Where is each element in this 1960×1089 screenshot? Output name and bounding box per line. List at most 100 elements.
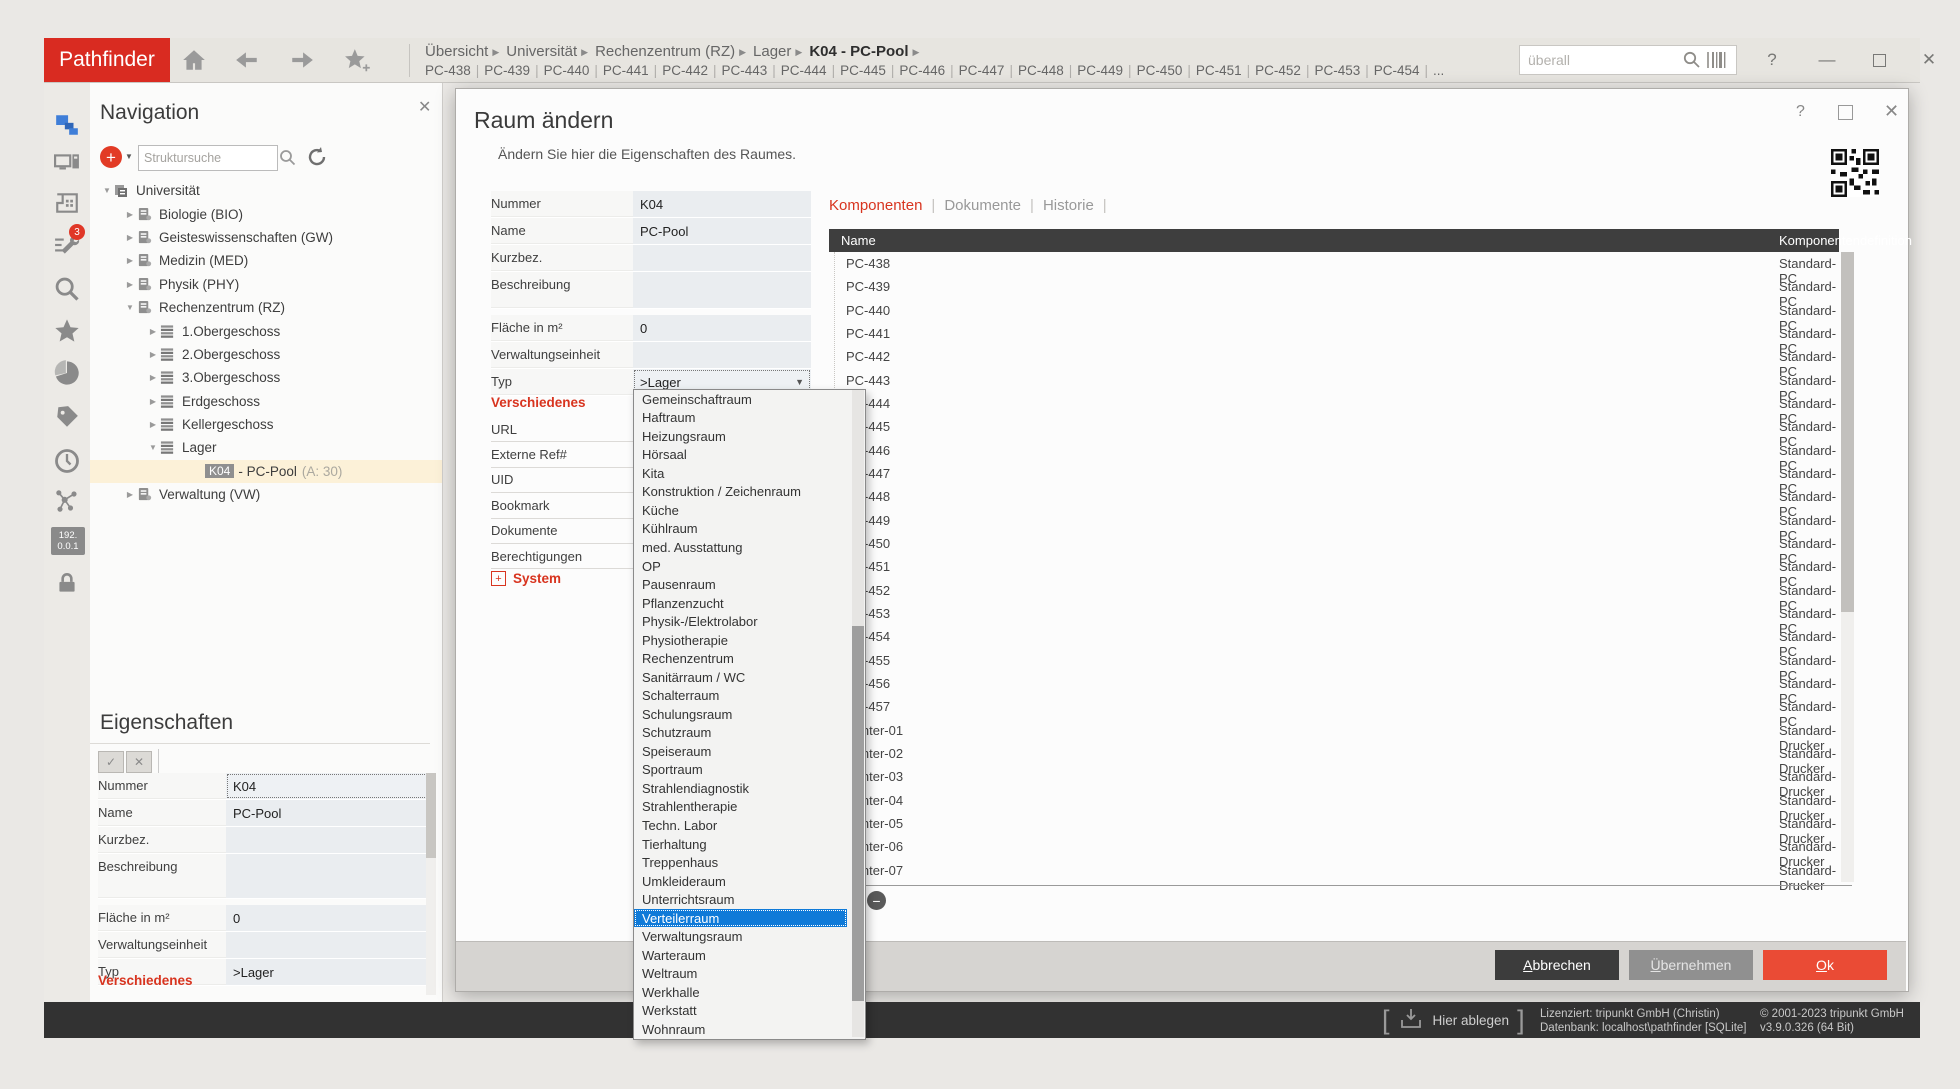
add-favorite-icon[interactable] [342, 47, 372, 73]
room-tab[interactable]: PC-450 [1137, 63, 1183, 78]
dropdown-option-selected[interactable]: Verteilerraum [634, 909, 847, 928]
table-row[interactable]: PC-452Standard-PC [829, 579, 1839, 602]
field-value[interactable]: 0 [633, 315, 811, 341]
dropdown-option[interactable]: Speiseraum [634, 742, 865, 761]
dropdown-option[interactable]: Sanitärraum / WC [634, 668, 865, 687]
dropdown-option[interactable]: med. Ausstattung [634, 538, 865, 557]
dialog-help-icon[interactable]: ? [1796, 103, 1805, 121]
table-row[interactable]: Printer-04Standard-Drucker [829, 789, 1839, 812]
table-row[interactable]: Printer-02Standard-Drucker [829, 742, 1839, 765]
favorites-icon[interactable] [53, 317, 81, 345]
expand-icon[interactable]: ▶ [123, 233, 137, 242]
field-value[interactable]: PC-Pool [226, 800, 428, 826]
breadcrumb-item[interactable]: Lager [753, 43, 791, 60]
barcode-icon[interactable] [1706, 50, 1730, 75]
dropdown-option[interactable]: Physik-/Elektrolabor [634, 612, 865, 631]
dropdown-option[interactable]: Konstruktion / Zeichenraum [634, 483, 865, 502]
table-row[interactable]: PC-440Standard-PC [829, 299, 1839, 322]
dropdown-option[interactable]: Schutzraum [634, 724, 865, 743]
field-value[interactable] [226, 854, 428, 898]
tree-item[interactable]: ▶Geisteswissenschaften (GW) [90, 226, 442, 249]
dropdown-option[interactable]: Kita [634, 464, 865, 483]
breadcrumb-item[interactable]: Universität [506, 43, 577, 60]
home-icon[interactable] [181, 47, 211, 73]
dropdown-option[interactable]: Umkleideraum [634, 872, 865, 891]
breadcrumb-item[interactable]: K04 - PC-Pool [809, 43, 908, 60]
discard-icon[interactable]: ✕ [126, 751, 152, 773]
back-icon[interactable] [234, 47, 264, 73]
dropdown-option[interactable]: Unterrichtsraum [634, 890, 865, 909]
field-value[interactable] [633, 272, 811, 308]
dropdown-option[interactable]: Warteraum [634, 946, 865, 965]
field-value[interactable]: K04 [226, 773, 428, 799]
field-value[interactable] [633, 245, 811, 271]
dropdown-option[interactable]: Haftraum [634, 409, 865, 428]
field-value[interactable]: 0 [226, 905, 428, 931]
chevron-down-icon[interactable]: ▼ [795, 377, 804, 387]
app-logo[interactable]: Pathfinder [44, 38, 170, 82]
tree-item[interactable]: ▼Rechenzentrum (RZ) [90, 296, 442, 319]
table-row[interactable]: PC-447Standard-PC [829, 462, 1839, 485]
dropdown-option[interactable]: Schalterraum [634, 687, 865, 706]
table-row[interactable]: PC-444Standard-PC [829, 392, 1839, 415]
expand-icon[interactable]: ▶ [146, 350, 160, 359]
expand-icon[interactable]: ▶ [146, 397, 160, 406]
room-tab[interactable]: PC-439 [484, 63, 530, 78]
room-tab[interactable]: PC-448 [1018, 63, 1064, 78]
remove-component-button[interactable]: − [867, 891, 886, 910]
tag-icon[interactable] [53, 403, 81, 431]
field-value[interactable] [226, 827, 428, 853]
field-value[interactable] [633, 342, 811, 368]
tree-item[interactable]: ▶Biologie (BIO) [90, 202, 442, 225]
clock-icon[interactable] [53, 447, 81, 475]
table-row[interactable]: Printer-07Standard-Drucker [829, 859, 1839, 882]
add-node-button[interactable]: + [100, 146, 122, 168]
room-tab[interactable]: PC-438 [425, 63, 471, 78]
refresh-icon[interactable] [306, 146, 328, 173]
abbrechen-button[interactable]: Abbrechen [1495, 950, 1619, 980]
tree-item[interactable]: ▶2.Obergeschoss [90, 343, 442, 366]
tab-historie[interactable]: Historie [1043, 197, 1094, 214]
pie-chart-icon[interactable] [53, 359, 81, 387]
table-row[interactable]: PC-450Standard-PC [829, 532, 1839, 555]
dropdown-option[interactable]: Pausenraum [634, 575, 865, 594]
expand-icon[interactable]: ▶ [123, 210, 137, 219]
network-icon[interactable] [53, 487, 81, 515]
dropdown-option[interactable]: Tierhaltung [634, 835, 865, 854]
field-value[interactable] [226, 932, 428, 958]
expand-plus-icon[interactable]: + [491, 571, 506, 586]
room-tab[interactable]: PC-443 [721, 63, 767, 78]
properties-scrollbar[interactable] [426, 773, 436, 995]
tree-item[interactable]: ▶1.Obergeschoss [90, 319, 442, 342]
tree-item[interactable]: ▶Erdgeschoss [90, 390, 442, 413]
dropdown-option[interactable]: Verwaltungsraum [634, 927, 865, 946]
table-row[interactable]: Printer-03Standard-Drucker [829, 765, 1839, 788]
dropdown-option[interactable]: Werkhalle [634, 983, 865, 1002]
dropdown-option[interactable]: Rechenzentrum [634, 649, 865, 668]
dropdown-option[interactable]: Kühlraum [634, 520, 865, 539]
dropdown-option[interactable]: Hörsaal [634, 446, 865, 465]
room-tab[interactable]: PC-454 [1374, 63, 1420, 78]
expand-icon[interactable]: ▶ [123, 280, 137, 289]
floorplan-icon[interactable] [53, 189, 81, 217]
breadcrumb-item[interactable]: Übersicht [425, 43, 488, 60]
lock-icon[interactable] [53, 569, 81, 597]
expand-icon[interactable]: ▶ [146, 327, 160, 336]
table-row[interactable]: PC-446Standard-PC [829, 439, 1839, 462]
table-row[interactable]: PC-456Standard-PC [829, 672, 1839, 695]
field-value[interactable]: K04 [633, 191, 811, 217]
dropdown-option[interactable]: OP [634, 557, 865, 576]
collapse-icon[interactable]: ▼ [100, 186, 114, 195]
field-value[interactable]: >Lager [226, 959, 428, 985]
table-row[interactable]: PC-445Standard-PC [829, 415, 1839, 438]
minimize-button[interactable]: — [1813, 47, 1841, 73]
table-scrollbar[interactable] [1841, 252, 1854, 882]
tree-item[interactable]: ▼Universität [90, 179, 442, 202]
dropdown-option[interactable]: Werkstatt [634, 1002, 865, 1021]
dialog-maximize-icon[interactable] [1838, 105, 1853, 120]
dropdown-option[interactable]: Strahlentherapie [634, 798, 865, 817]
dropdown-option[interactable]: Techn. Labor [634, 816, 865, 835]
breadcrumb-item[interactable]: Rechenzentrum (RZ) [595, 43, 735, 60]
dropdown-option[interactable]: Küche [634, 501, 865, 520]
dropdown-scrollbar[interactable] [852, 390, 864, 1037]
